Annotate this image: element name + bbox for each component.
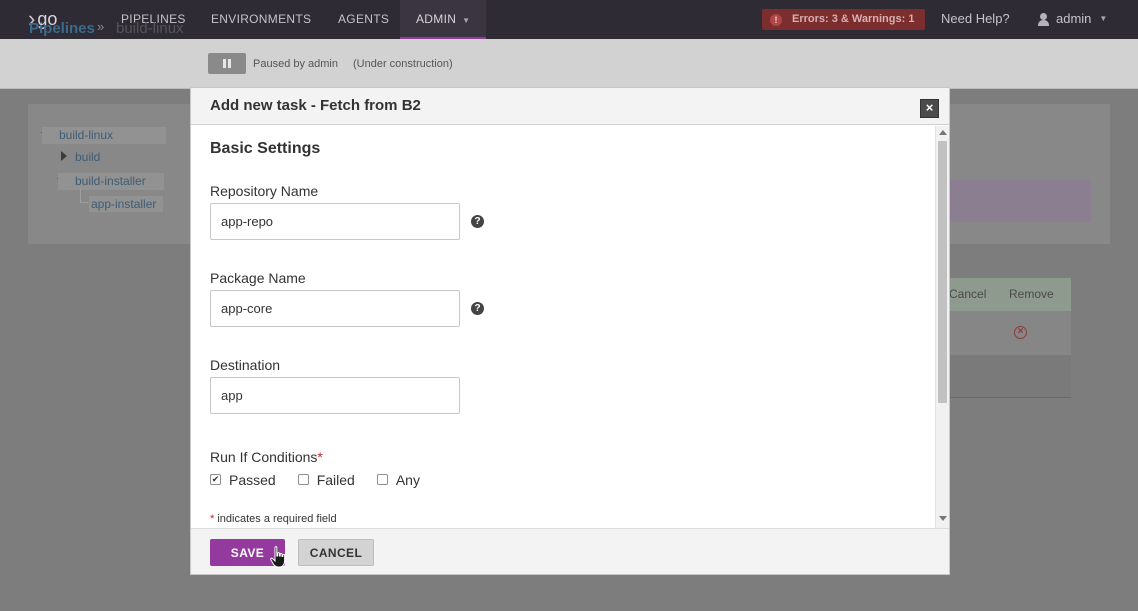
error-icon: !: [770, 13, 782, 26]
tree-pipeline[interactable]: build-linux: [42, 127, 166, 144]
package-name-label: Package Name: [210, 270, 306, 286]
breadcrumb-bar: [0, 39, 1138, 89]
checkbox-unchecked-icon[interactable]: [297, 473, 309, 485]
modal-scrollbar[interactable]: [935, 126, 949, 528]
modal-header: Add new task - Fetch from B2 ×: [191, 88, 949, 125]
required-field-note: * indicates a required field: [210, 513, 337, 525]
column-remove: Remove: [1009, 287, 1054, 301]
breadcrumb-separator: »: [97, 19, 105, 34]
scroll-down-arrow-icon[interactable]: [939, 516, 947, 521]
chevron-down-icon: ▼: [1099, 14, 1108, 23]
checkbox-any[interactable]: Any: [376, 472, 420, 488]
chevron-down-icon: ▼: [462, 16, 471, 25]
tree-stage-build-installer[interactable]: build-installer: [58, 173, 164, 190]
required-field-note-text: indicates a required field: [217, 513, 337, 525]
scroll-up-arrow-icon[interactable]: [939, 130, 947, 135]
info-banner: [948, 180, 1091, 222]
destination-label: Destination: [210, 357, 281, 373]
tree-stage-build[interactable]: build: [60, 150, 100, 164]
help-icon[interactable]: ?: [471, 215, 484, 228]
user-name: admin: [1056, 11, 1092, 26]
errors-warnings-text: Errors: 3 & Warnings: 1: [792, 13, 915, 25]
hand-pointer-cursor-icon: [270, 546, 286, 568]
modal-body: Basic Settings Repository Name ? Package…: [191, 126, 949, 528]
checkbox-unchecked-icon[interactable]: [376, 473, 388, 485]
run-if-conditions-text: Run If Conditions: [210, 449, 318, 465]
run-if-conditions-label: Run If Conditions*: [210, 449, 323, 465]
repository-name-label: Repository Name: [210, 183, 319, 199]
tree-connector: [80, 189, 88, 203]
breadcrumb-pipelines-link[interactable]: Pipelines: [29, 20, 95, 37]
checkbox-failed-label: Failed: [316, 472, 355, 488]
checkbox-passed-label: Passed: [229, 472, 276, 488]
required-star: *: [317, 449, 323, 465]
package-name-input[interactable]: [210, 290, 460, 327]
close-button[interactable]: ×: [920, 99, 939, 118]
nav-admin[interactable]: ADMIN ▼: [400, 0, 487, 39]
checkbox-failed[interactable]: Failed: [297, 472, 355, 488]
section-title: Basic Settings: [210, 140, 321, 157]
user-menu[interactable]: admin ▼: [1038, 0, 1107, 38]
help-icon[interactable]: ?: [471, 302, 484, 315]
need-help-link[interactable]: Need Help?: [941, 0, 1010, 38]
cancel-button[interactable]: CANCEL: [298, 539, 374, 566]
repository-name-input[interactable]: [210, 203, 460, 240]
tree-job-app-installer[interactable]: app-installer: [89, 196, 163, 212]
paused-by-text: Paused by admin: [253, 58, 338, 70]
modal-title: Add new task - Fetch from B2: [210, 97, 421, 114]
checkbox-any-label: Any: [395, 472, 420, 488]
pause-button[interactable]: [208, 53, 246, 74]
errors-warnings-badge[interactable]: ! Errors: 3 & Warnings: 1: [762, 9, 925, 30]
run-if-checkboxes: ✔ Passed Failed Any: [210, 472, 442, 488]
add-task-modal: Add new task - Fetch from B2 × Basic Set…: [190, 87, 950, 575]
remove-icon[interactable]: ×: [1014, 326, 1027, 339]
table-row: [948, 355, 1071, 398]
breadcrumb-current: build-linux: [116, 20, 184, 37]
user-icon: [1038, 12, 1049, 26]
nav-admin-label: ADMIN: [416, 12, 457, 26]
scrollbar-thumb[interactable]: [938, 141, 947, 403]
nav-environments[interactable]: ENVIRONMENTS: [211, 0, 311, 39]
nav-agents[interactable]: AGENTS: [338, 0, 389, 39]
pipeline-status-text: (Under construction): [353, 58, 453, 70]
destination-input[interactable]: [210, 377, 460, 414]
column-cancel: Cancel: [949, 287, 987, 301]
table-row: [948, 311, 1071, 355]
checkbox-checked-icon[interactable]: ✔: [210, 473, 221, 485]
checkbox-passed[interactable]: ✔ Passed: [210, 472, 276, 488]
required-star: *: [210, 513, 215, 525]
modal-footer: SAVE CANCEL: [191, 528, 949, 574]
